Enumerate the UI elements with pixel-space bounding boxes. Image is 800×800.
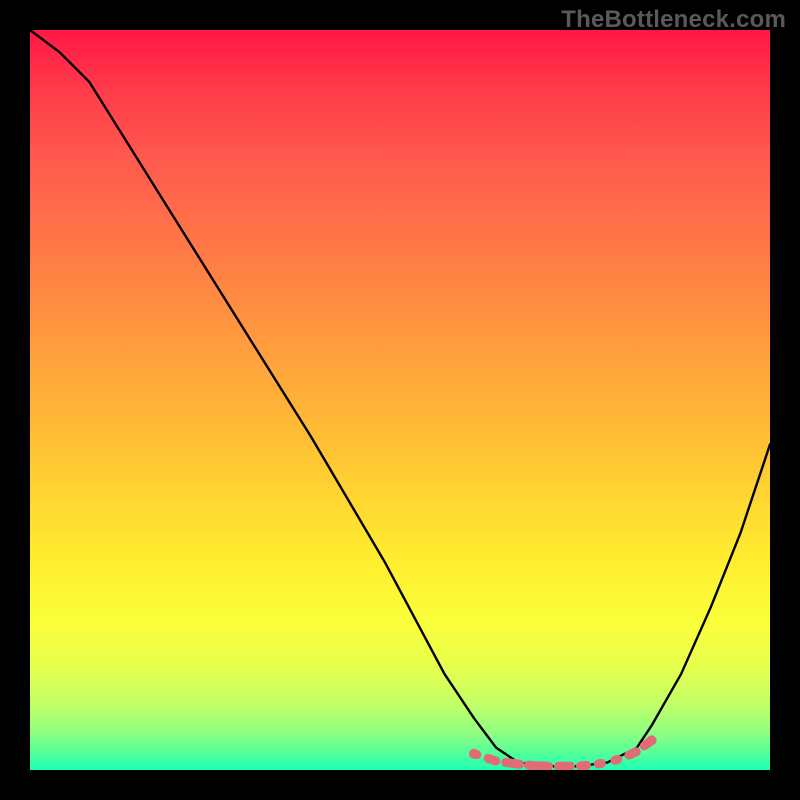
main-curve (30, 30, 770, 766)
chart-frame: TheBottleneck.com (0, 0, 800, 800)
floor-band (469, 735, 657, 766)
curve-svg (30, 30, 770, 770)
plot-area (30, 30, 770, 770)
watermark-text: TheBottleneck.com (561, 6, 786, 34)
